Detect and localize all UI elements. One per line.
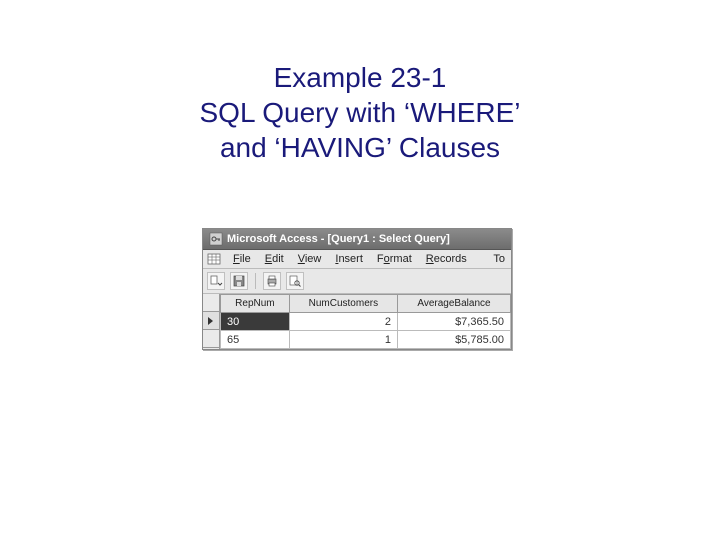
cell-repnum[interactable]: 65 xyxy=(221,331,290,349)
menu-edit[interactable]: Edit xyxy=(259,252,290,266)
cell-numcustomers[interactable]: 2 xyxy=(289,313,397,331)
title-line-3: and ‘HAVING’ Clauses xyxy=(0,130,720,165)
access-key-icon xyxy=(209,232,223,246)
menu-file[interactable]: File xyxy=(227,252,257,266)
datasheet-grid: RepNum NumCustomers AverageBalance 30 2 … xyxy=(203,294,511,349)
row-selector[interactable] xyxy=(203,330,219,348)
datasheet-icon[interactable] xyxy=(207,252,221,266)
access-window: Microsoft Access - [Query1 : Select Quer… xyxy=(202,228,512,350)
col-header-numcustomers[interactable]: NumCustomers xyxy=(289,295,397,313)
toolbar xyxy=(203,269,511,294)
cell-repnum[interactable]: 30 xyxy=(221,313,290,331)
menu-tools-cut[interactable]: To xyxy=(487,252,507,266)
print-preview-button[interactable] xyxy=(286,272,304,290)
titlebar: Microsoft Access - [Query1 : Select Quer… xyxy=(203,229,511,250)
results-table: RepNum NumCustomers AverageBalance 30 2 … xyxy=(220,294,511,349)
menu-records[interactable]: Records xyxy=(420,252,473,266)
header-row: RepNum NumCustomers AverageBalance xyxy=(221,295,511,313)
title-line-1: Example 23-1 xyxy=(0,60,720,95)
slide-title: Example 23-1 SQL Query with ‘WHERE’ and … xyxy=(0,60,720,165)
title-line-2: SQL Query with ‘WHERE’ xyxy=(0,95,720,130)
current-row-icon xyxy=(207,316,215,326)
col-header-avgbalance[interactable]: AverageBalance xyxy=(397,295,510,313)
col-header-repnum[interactable]: RepNum xyxy=(221,295,290,313)
cell-avgbalance[interactable]: $7,365.50 xyxy=(397,313,510,331)
select-all-corner[interactable] xyxy=(203,294,219,312)
print-button[interactable] xyxy=(263,272,281,290)
menu-view[interactable]: View xyxy=(292,252,328,266)
cell-numcustomers[interactable]: 1 xyxy=(289,331,397,349)
table-row[interactable]: 30 2 $7,365.50 xyxy=(221,313,511,331)
row-selector-column xyxy=(203,294,220,349)
cell-avgbalance[interactable]: $5,785.00 xyxy=(397,331,510,349)
view-dropdown-button[interactable] xyxy=(207,272,225,290)
save-button[interactable] xyxy=(230,272,248,290)
menu-format[interactable]: Format xyxy=(371,252,418,266)
titlebar-text: Microsoft Access - [Query1 : Select Quer… xyxy=(227,233,450,245)
menubar: File Edit View Insert Format Records To xyxy=(203,250,511,269)
doc-title: [Query1 : Select Query] xyxy=(327,233,449,245)
menu-insert[interactable]: Insert xyxy=(329,252,369,266)
table-row[interactable]: 65 1 $5,785.00 xyxy=(221,331,511,349)
app-name: Microsoft Access xyxy=(227,233,318,245)
row-selector[interactable] xyxy=(203,312,219,330)
toolbar-separator xyxy=(255,273,256,289)
